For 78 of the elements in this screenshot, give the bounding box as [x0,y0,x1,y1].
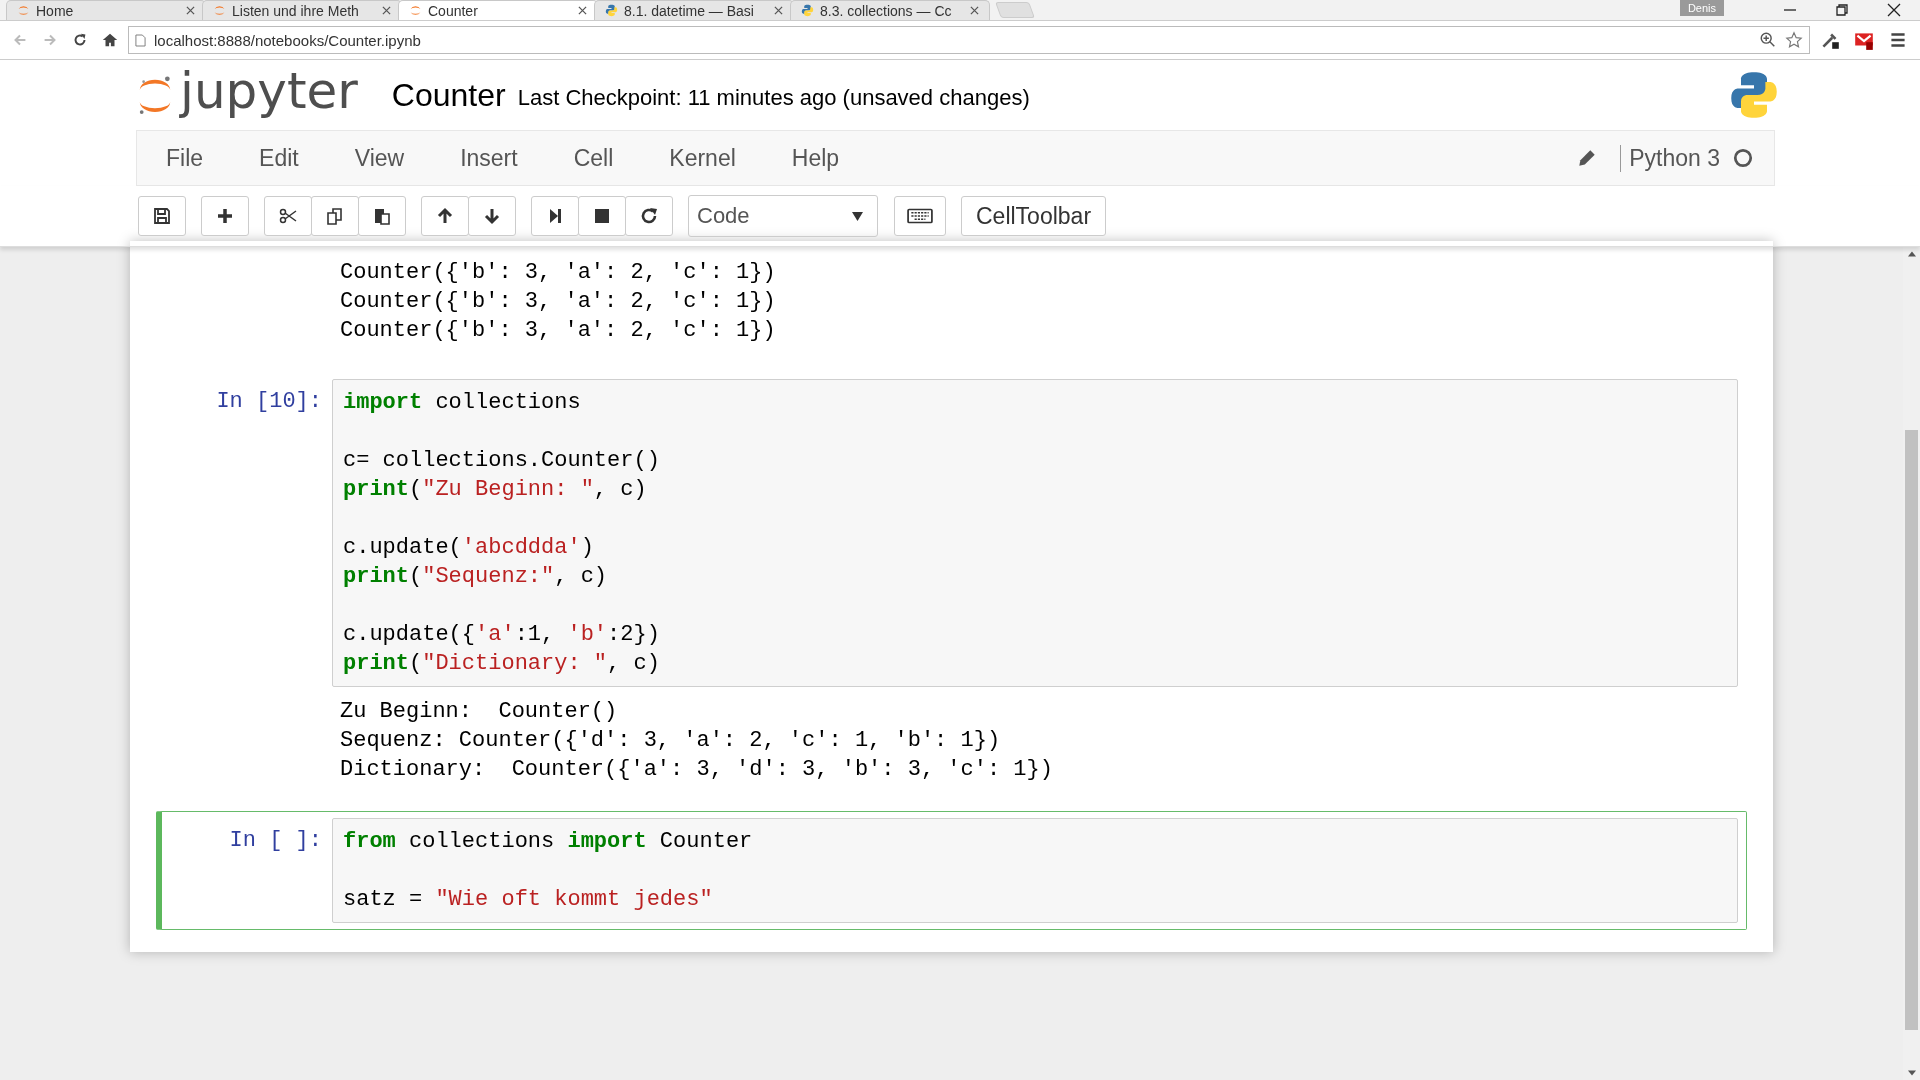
home-icon[interactable] [101,31,119,49]
jupyter-favicon-icon [213,4,226,17]
restart-icon [639,206,659,226]
page-icon [135,33,146,47]
tab-title: Listen und ihre Meth [232,2,360,19]
input-prompt: In [10]: [215,388,323,414]
arrow-up-icon [435,206,455,226]
paste-button[interactable] [358,196,406,236]
code-editor[interactable]: from collections import Counter satz = "Wie oft kommt jedes" [332,818,1738,923]
tab-title: 8.1. datetime — Basi [624,2,755,19]
code-line: satz = "Wie oft kommt jedes" [343,886,714,914]
address-bar[interactable]: localhost:8888/notebooks/Counter.ipynb [128,26,1810,54]
scroll-down-icon[interactable] [1907,1070,1916,1076]
code-line: c.update('abcddda') [343,534,595,562]
paste-icon [372,206,392,226]
kernel-name[interactable]: Python 3 [1620,144,1720,172]
code-line: print("Zu Beginn: ", c) [343,476,648,504]
output-line: Sequenz: Counter({'d': 3, 'a': 2, 'c': 1, 'b': 1}) [340,727,1002,755]
move-up-button[interactable] [421,196,469,236]
code-line: import collections [343,389,582,417]
output-line: Counter({'b': 3, 'a': 2, 'c': 1}) [340,288,777,316]
zoom-icon[interactable] [1759,31,1777,49]
copy-icon [325,206,345,226]
notebook-cell[interactable]: In [ ]: from collections import Counter satz = "Wie oft kommt jedes" [156,811,1747,930]
copy-button[interactable] [311,196,359,236]
output-line: Zu Beginn: Counter() [340,698,619,726]
save-button[interactable] [138,196,186,236]
browser-tab[interactable]: 8.3. collections — Cc [790,0,990,20]
menu-item[interactable]: Kernel [669,144,736,172]
python-favicon-icon [801,4,814,17]
close-icon[interactable] [578,6,587,15]
scissors-icon [278,206,298,226]
keyboard-icon [907,207,933,225]
scroll-up-icon[interactable] [1907,251,1916,257]
code-line: c= collections.Counter() [343,447,661,475]
output-line: Counter({'b': 3, 'a': 2, 'c': 1}) [340,317,777,345]
tab-title: Home [36,2,75,19]
jupyter-favicon-icon [17,4,30,17]
output-line: Dictionary: Counter({'a': 3, 'd': 3, 'b': 3, 'c': 1}) [340,756,1054,784]
menu-item[interactable]: File [166,144,204,172]
code-line: print("Sequenz:", c) [343,563,609,591]
restart-button[interactable] [625,196,673,236]
cut-button[interactable] [264,196,312,236]
output-line: Counter({'b': 3, 'a': 2, 'c': 1}) [340,259,777,287]
arrow-down-icon [482,206,502,226]
code-editor[interactable]: import collections c= collections.Counter() print("Zu Beginn: ", c) c.update('abcddda') print("Sequenz:", c) c.update({'a':1, 'b':2}) print("Dictionary: ", c) [332,379,1738,687]
menu-item[interactable]: Help [791,144,840,172]
code-line: from collections import Counter [343,828,754,856]
tab-title: Counter [428,2,479,19]
jupyter-logo[interactable]: jupyter [136,70,358,120]
move-down-button[interactable] [468,196,516,236]
notebook-title[interactable]: Counter [391,76,506,114]
input-prompt: In [ ]: [228,827,323,853]
tab-title: 8.3. collections — Cc [820,2,953,19]
plus-icon [215,206,235,226]
menu-item[interactable]: Insert [460,144,518,172]
checkpoint-status: Last Checkpoint: 11 minutes ago (unsaved changes) [517,85,1030,111]
keyboard-button[interactable] [894,196,946,236]
code-line: c.update({'a':1, 'b':2}) [343,621,661,649]
caret-icon [852,211,863,221]
python-favicon-icon [605,4,618,17]
stop-icon [592,206,612,226]
notebook-cell[interactable]: Counter({'b': 3, 'a': 2, 'c': 1}) Counter({'b': 3, 'a': 2, 'c': 1}) Counter({'b': 3, 'a': 2, 'c': 1}) [156,241,1747,372]
menu-item[interactable]: Cell [573,144,614,172]
add-cell-button[interactable] [201,196,249,236]
menu-item[interactable]: View [354,144,405,172]
save-icon [152,206,172,226]
star-icon[interactable] [1785,31,1803,49]
scrollbar-thumb[interactable] [1905,430,1918,1030]
run-button[interactable] [531,196,579,236]
cell-type-select[interactable]: Code [688,195,878,237]
jupyter-favicon-icon [409,4,422,17]
cell-toolbar-button[interactable]: CellToolbar [961,196,1107,236]
code-line: print("Dictionary: ", c) [343,650,661,678]
stop-button[interactable] [578,196,626,236]
url-text: localhost:8888/notebooks/Counter.ipynb [154,31,421,49]
menu-item[interactable]: Edit [259,144,299,172]
python-logo-icon [1728,69,1780,121]
